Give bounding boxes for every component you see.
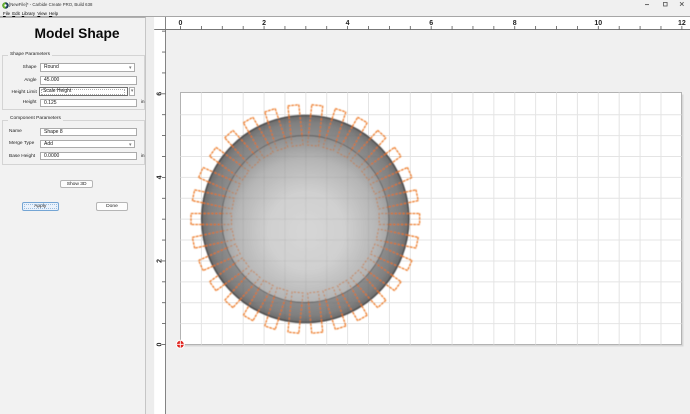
svg-text:4: 4 (157, 175, 164, 179)
svg-text:2: 2 (157, 259, 164, 263)
svg-text:6: 6 (429, 20, 433, 27)
svg-text:0: 0 (179, 20, 183, 27)
svg-text:2: 2 (262, 20, 266, 27)
svg-text:0: 0 (157, 342, 164, 346)
svg-text:4: 4 (346, 20, 350, 27)
svg-text:12: 12 (678, 20, 686, 27)
svg-text:10: 10 (594, 20, 602, 27)
svg-text:8: 8 (513, 20, 517, 27)
svg-text:6: 6 (157, 92, 164, 96)
